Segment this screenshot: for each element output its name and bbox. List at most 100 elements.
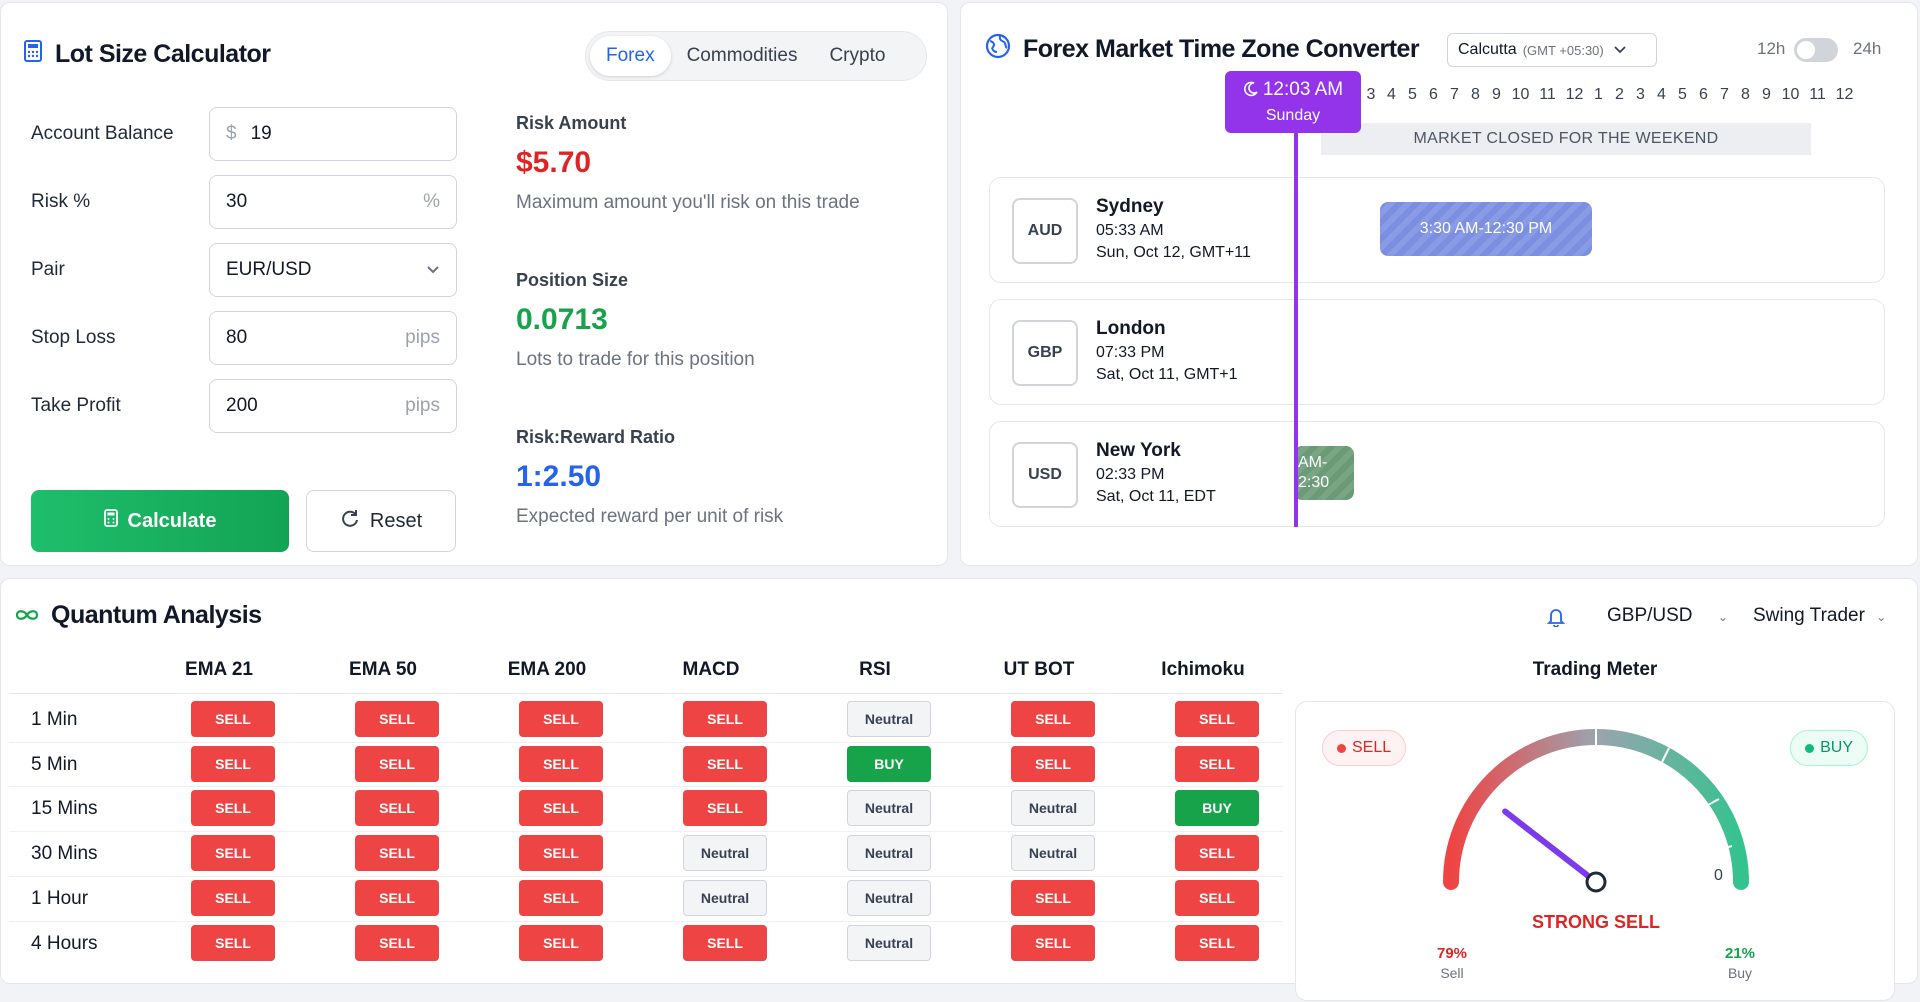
column-header: EMA 21 bbox=[185, 659, 253, 680]
calculate-button[interactable]: Calculate bbox=[31, 490, 289, 552]
market-name: New York bbox=[1096, 440, 1181, 461]
signal-badge: SELL bbox=[1011, 745, 1095, 782]
position-size-result: Position Size 0.0713 Lots to trade for t… bbox=[516, 270, 936, 371]
grid-header-divider bbox=[9, 693, 1283, 694]
trading-meter-card: SELL BUY 0 STRONG SELL 79% Sell 21% Buy bbox=[1295, 701, 1895, 1001]
hour-format-toggle[interactable] bbox=[1794, 38, 1838, 62]
timeframe-label: 30 Mins bbox=[31, 843, 98, 865]
chevron-down-icon bbox=[426, 259, 440, 281]
session-bar-sydney[interactable]: 3:30 AM-12:30 PM bbox=[1380, 202, 1592, 256]
sell-percent: 79% bbox=[1437, 945, 1467, 962]
reset-button[interactable]: Reset bbox=[306, 490, 456, 552]
timeframe-label: 4 Hours bbox=[31, 932, 98, 954]
pair-select[interactable]: EUR/USD bbox=[209, 243, 457, 297]
risk-reward-title: Risk:Reward Ratio bbox=[516, 427, 676, 447]
refresh-icon bbox=[340, 508, 360, 534]
quantum-analysis-panel: Quantum Analysis GBP/USD ⌄ Swing Trader … bbox=[0, 578, 1918, 1001]
market-card-newyork: USD New York 02:33 PM Sat, Oct 11, EDT A… bbox=[989, 421, 1885, 527]
hour-tick: 1 bbox=[1594, 86, 1603, 103]
bell-icon[interactable] bbox=[1546, 607, 1566, 633]
signal-badge: SELL bbox=[191, 879, 275, 916]
signal-badge: SELL bbox=[519, 924, 603, 961]
infinity-icon bbox=[13, 601, 41, 630]
quantum-analysis-title: Quantum Analysis bbox=[13, 601, 262, 630]
column-header: RSI bbox=[859, 659, 891, 680]
gauge: 0 STRONG SELL 79% Sell 21% Buy bbox=[1437, 729, 1755, 981]
market-name: Sydney bbox=[1096, 196, 1164, 217]
hour-tick: 8 bbox=[1471, 86, 1480, 103]
pair-selector[interactable]: GBP/USD ⌄ bbox=[1607, 605, 1728, 627]
hour-tick: 10 bbox=[1511, 86, 1530, 103]
tab-commodities[interactable]: Commodities bbox=[671, 36, 814, 76]
signal-badge: SELL bbox=[683, 790, 767, 827]
stop-loss-row: Stop Loss 80 pips bbox=[31, 311, 457, 365]
signal-badge: SELL bbox=[519, 879, 603, 916]
hour-tick: 11 bbox=[1539, 86, 1556, 103]
percent-suffix: % bbox=[423, 191, 440, 212]
pips-suffix: pips bbox=[405, 395, 440, 416]
signal-badge: Neutral bbox=[847, 924, 931, 961]
column-header: MACD bbox=[682, 659, 740, 680]
tab-crypto[interactable]: Crypto bbox=[813, 36, 901, 76]
column-header: EMA 200 bbox=[507, 659, 587, 680]
signal-badge: SELL bbox=[1011, 924, 1095, 961]
current-time-badge: 12:03 AM Sunday bbox=[1225, 71, 1361, 133]
signal-badge: SELL bbox=[355, 745, 439, 782]
signal-badge: BUY bbox=[1175, 790, 1259, 827]
signal-badge: SELL bbox=[191, 790, 275, 827]
market-card-london: GBP London 07:33 PM Sat, Oct 11, GMT+1 bbox=[989, 299, 1885, 405]
hour-tick: 10 bbox=[1781, 86, 1800, 103]
market-name: London bbox=[1096, 318, 1166, 339]
pips-suffix: pips bbox=[405, 327, 440, 348]
verdict-label: STRONG SELL bbox=[1532, 912, 1660, 932]
column-header: Ichimoku bbox=[1161, 659, 1245, 680]
signal-badge: SELL bbox=[191, 701, 275, 737]
lot-calculator-title: Lot Size Calculator bbox=[23, 39, 271, 70]
market-date: Sat, Oct 11, EDT bbox=[1096, 488, 1216, 505]
hour-ruler: 3 4 5 6 7 8 9 10 11 12 1 2 3 4 5 6 7 8 9 10 11 12 bbox=[1361, 86, 1858, 104]
hour-tick: 7 bbox=[1450, 86, 1459, 103]
market-time: 05:33 AM bbox=[1096, 222, 1164, 239]
buy-percent: 21% bbox=[1725, 945, 1755, 962]
timezone-converter-title-text: Forex Market Time Zone Converter bbox=[1023, 35, 1420, 63]
signal-badge: SELL bbox=[519, 701, 603, 737]
market-date: Sun, Oct 12, GMT+11 bbox=[1096, 244, 1251, 261]
currency-code: GBP bbox=[1012, 320, 1078, 386]
currency-code: AUD bbox=[1012, 198, 1078, 264]
market-card-sydney: AUD Sydney 05:33 AM Sun, Oct 12, GMT+11 … bbox=[989, 177, 1885, 283]
24h-label: 24h bbox=[1853, 39, 1882, 58]
pair-value: EUR/USD bbox=[226, 259, 312, 280]
row-divider bbox=[9, 920, 1283, 922]
moon-icon bbox=[1243, 81, 1259, 103]
timeframe-label: 1 Hour bbox=[31, 887, 89, 909]
hour-tick: 5 bbox=[1408, 86, 1417, 103]
row-divider bbox=[9, 741, 1283, 743]
risk-percent-row: Risk % 30 % bbox=[31, 175, 457, 229]
gauge-arc bbox=[1443, 729, 1749, 890]
take-profit-input[interactable]: 200 pips bbox=[209, 379, 457, 433]
stop-loss-input[interactable]: 80 pips bbox=[209, 311, 457, 365]
stop-loss-label: Stop Loss bbox=[31, 327, 116, 348]
session-bar-newyork[interactable]: AM- 2:30 bbox=[1294, 446, 1354, 500]
signal-badge: Neutral bbox=[847, 790, 931, 827]
risk-percent-input[interactable]: 30 % bbox=[209, 175, 457, 229]
take-profit-row: Take Profit 200 pips bbox=[31, 379, 457, 433]
gauge-zero-label: 0 bbox=[1714, 867, 1723, 884]
risk-amount-desc: Maximum amount you'll risk on this trade bbox=[516, 192, 860, 213]
tab-forex[interactable]: Forex bbox=[590, 36, 671, 76]
hour-tick: 4 bbox=[1657, 86, 1666, 103]
hour-tick: 3 bbox=[1366, 86, 1376, 103]
current-day: Sunday bbox=[1265, 107, 1321, 124]
timezone-select[interactable]: Calcutta (GMT +05:30) bbox=[1447, 33, 1657, 67]
signal-badge: SELL bbox=[519, 835, 603, 872]
signal-badge: SELL bbox=[1011, 879, 1095, 916]
signal-badge: Neutral bbox=[683, 835, 767, 872]
signal-badge: SELL bbox=[355, 701, 439, 737]
trader-profile-selector[interactable]: Swing Trader ⌄ bbox=[1753, 605, 1886, 627]
signal-badge: SELL bbox=[1175, 701, 1259, 737]
currency-code: USD bbox=[1012, 442, 1078, 508]
account-balance-label: Account Balance bbox=[31, 123, 174, 144]
hour-tick: 12 bbox=[1565, 86, 1584, 103]
timeframe-label: 1 Min bbox=[31, 709, 78, 730]
account-balance-input[interactable]: $ 19 bbox=[209, 107, 457, 161]
